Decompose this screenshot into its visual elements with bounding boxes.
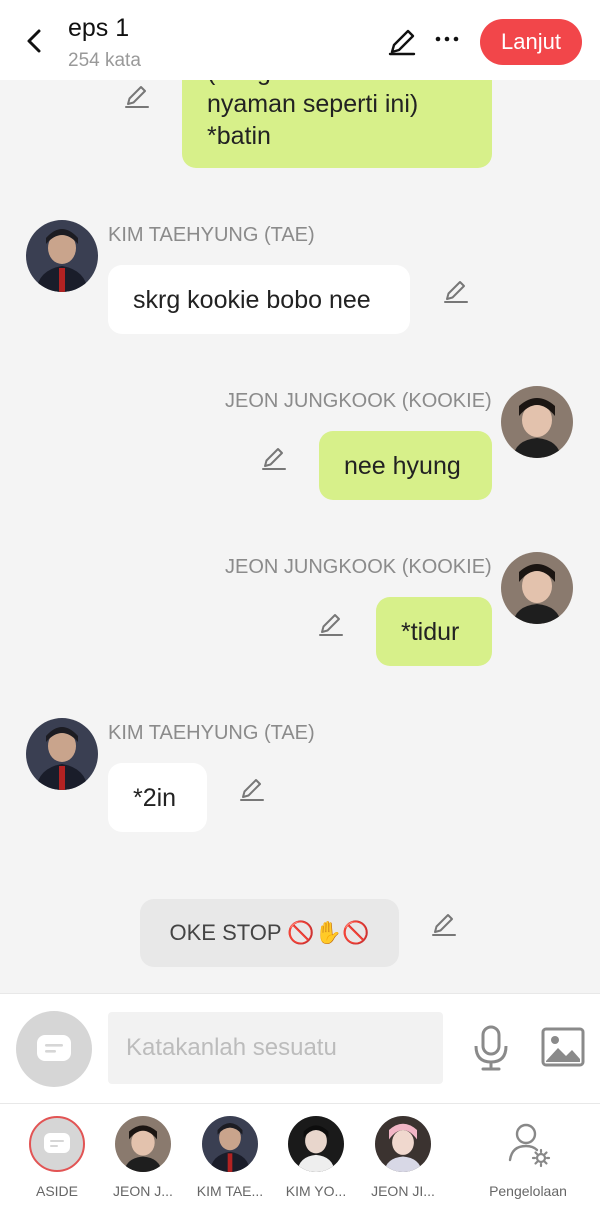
chat-area: (hangat Kookie nyaman seperti ini) *bati… — [0, 80, 600, 993]
speaker-name: JEON JUNGKOOK (KOOKIE) — [225, 556, 492, 578]
character-jeon-jungkook[interactable]: JEON J... — [103, 1104, 183, 1213]
word-count: 254 kata — [68, 50, 141, 71]
avatar — [202, 1116, 258, 1172]
edit-pen-icon[interactable] — [238, 775, 266, 803]
aside-toggle-button[interactable] — [16, 1011, 92, 1087]
composer-bar — [0, 993, 600, 1103]
avatar[interactable] — [26, 220, 98, 292]
speaker-name: KIM TAEHYUNG (TAE) — [108, 224, 315, 246]
message-bubble: nee hyung — [319, 431, 492, 500]
message-bubble: *2in — [108, 763, 207, 832]
manage-characters-button[interactable]: Pengelolaan — [488, 1104, 568, 1213]
character-label: Pengelolaan — [489, 1183, 567, 1199]
narration-bubble: OKE STOP 🚫✋🚫 — [140, 899, 399, 967]
character-label: KIM TAE... — [196, 1183, 264, 1199]
edit-pen-icon[interactable] — [260, 444, 288, 472]
edit-pen-icon[interactable] — [442, 277, 470, 305]
aside-icon — [29, 1116, 85, 1172]
microphone-icon[interactable] — [471, 1024, 511, 1072]
character-label: JEON J... — [113, 1183, 173, 1199]
edit-pen-icon[interactable] — [317, 610, 345, 638]
speaker-name: JEON JUNGKOOK (KOOKIE) — [225, 390, 492, 412]
avatar — [375, 1116, 431, 1172]
speaker-name: KIM TAEHYUNG (TAE) — [108, 722, 315, 744]
avatar — [115, 1116, 171, 1172]
edit-pen-icon[interactable] — [123, 82, 151, 110]
image-icon[interactable] — [540, 1026, 586, 1068]
aside-icon — [37, 1035, 71, 1061]
avatar[interactable] — [501, 386, 573, 458]
character-label: ASIDE — [35, 1183, 78, 1199]
message-bubble: *tidur — [376, 597, 492, 666]
more-options-icon[interactable] — [432, 24, 462, 54]
character-kim-yoongi[interactable]: KIM YO... — [276, 1104, 356, 1213]
message-bubble: (hangat Kookie nyaman seperti ini) *bati… — [182, 80, 492, 168]
top-bar: eps 1 254 kata Lanjut — [0, 0, 600, 80]
avatar[interactable] — [26, 718, 98, 790]
character-aside[interactable]: ASIDE — [17, 1104, 97, 1213]
character-selector: ASIDE JEON J... KIM TAE... KIM YO... JEO… — [0, 1103, 600, 1213]
next-button[interactable]: Lanjut — [480, 19, 582, 65]
character-jeon-jimin[interactable]: JEON JI... — [363, 1104, 443, 1213]
message-bubble: skrg kookie bobo nee — [108, 265, 410, 334]
character-kim-taehyung[interactable]: KIM TAE... — [190, 1104, 270, 1213]
character-label: JEON JI... — [371, 1183, 435, 1199]
character-label: KIM YO... — [285, 1183, 347, 1199]
back-arrow-icon[interactable] — [18, 24, 52, 58]
avatar — [288, 1116, 344, 1172]
episode-title: eps 1 — [68, 14, 130, 42]
edit-pen-icon[interactable] — [430, 910, 458, 938]
avatar[interactable] — [501, 552, 573, 624]
message-input[interactable] — [108, 1012, 443, 1084]
manage-users-icon — [500, 1116, 556, 1172]
edit-pen-icon[interactable] — [386, 26, 418, 58]
